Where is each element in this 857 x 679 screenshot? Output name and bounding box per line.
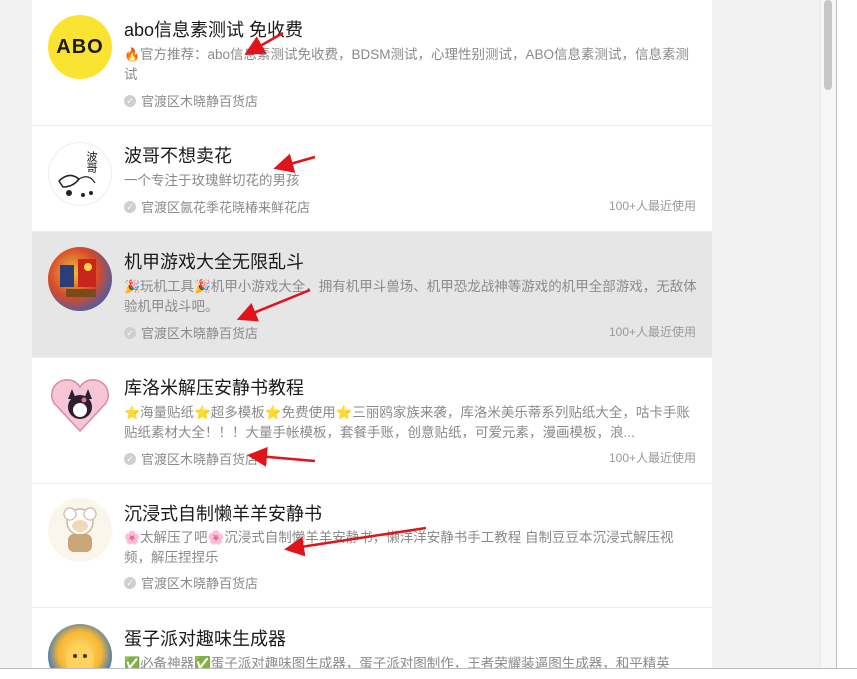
store-name: 官渡区木晓静百货店 (141, 94, 259, 109)
item-title: 沉浸式自制懒羊羊安静书 (124, 504, 322, 524)
verified-icon: ✓ (124, 94, 136, 107)
party-popper-icon: 🎉 (124, 279, 141, 294)
item-title: 波哥不想卖花 (124, 146, 232, 166)
store-name: 官渡区木晓静百货店 (141, 452, 259, 467)
mecha-icon (60, 259, 96, 297)
verified-icon: ✓ (124, 326, 136, 339)
list-item[interactable]: 波哥 波哥不想卖花 一个专注于玫瑰鲜切花的男孩 ✓ 官渡区氤花季花晓椿来鲜花店 … (32, 126, 712, 232)
verified-icon: ✓ (124, 200, 136, 213)
item-description: 🎉玩机工具🎉机甲小游戏大全，拥有机甲斗兽场、机甲恐龙战神等游戏的机甲全部游戏，无… (124, 279, 697, 314)
egg-character-icon (66, 644, 94, 668)
avatar-text: ABO (56, 35, 104, 58)
kuromi-avatar (48, 373, 112, 437)
window-frame-bottom (0, 668, 857, 679)
heart-kuromi-icon (51, 378, 109, 433)
window-frame-edge (836, 0, 857, 678)
star-icon: ⭐ (124, 405, 141, 420)
store-name: 官渡区木晓静百货店 (141, 326, 259, 341)
avatar-text: 波哥 (85, 151, 98, 173)
vertical-scrollbar[interactable] (820, 0, 837, 668)
egg-party-avatar (48, 624, 112, 668)
item-description: 一个专注于玫瑰鲜切花的男孩 (124, 173, 300, 188)
usage-count: 100+人最近使用 (608, 325, 696, 339)
item-description: ✅必备神器✅蛋子派对趣味图生成器，蛋子派对图制作，王者荣耀装逼图生成器，和平精英 (124, 654, 698, 668)
scrollbar-thumb[interactable] (824, 0, 832, 90)
store-info: ✓ 官渡区木晓静百货店 (124, 323, 258, 342)
list-item[interactable]: 库洛米解压安静书教程 ⭐海量贴纸⭐超多模板⭐免费使用⭐三丽鸥家族来袭，库洛米美乐… (32, 358, 712, 484)
store-info: ✓ 官渡区木晓静百货店 (124, 573, 258, 592)
usage-count: 100+人最近使用 (608, 199, 696, 213)
list-item[interactable]: 机甲游戏大全无限乱斗 🎉玩机工具🎉机甲小游戏大全，拥有机甲斗兽场、机甲恐龙战神等… (32, 232, 712, 358)
verified-icon: ✓ (124, 576, 136, 589)
item-title: 机甲游戏大全无限乱斗 (124, 252, 304, 272)
store-info: ✓ 官渡区木晓静百货店 (124, 91, 258, 110)
mini-program-list: ABO abo信息素测试 免收费 🔥官方推荐：abo信息素测试免收费，BDSM测… (32, 0, 712, 668)
flower-boy-avatar: 波哥 (48, 142, 112, 206)
usage-count: 100+人最近使用 (608, 451, 696, 465)
store-info: ✓ 官渡区木晓静百货店 (124, 449, 258, 468)
cherry-blossom-icon: 🌸 (124, 530, 141, 545)
verified-icon: ✓ (124, 452, 136, 465)
store-info: ✓ 官渡区氤花季花晓椿来鲜花店 (124, 197, 310, 216)
list-item[interactable]: 蛋子派对趣味生成器 ✅必备神器✅蛋子派对趣味图生成器，蛋子派对图制作，王者荣耀装… (32, 608, 712, 668)
check-mark-icon: ✅ (124, 656, 141, 668)
lazy-sheep-avatar (48, 498, 112, 562)
item-title: 蛋子派对趣味生成器 (124, 629, 286, 649)
store-name: 官渡区木晓静百货店 (141, 576, 259, 591)
mecha-game-avatar (48, 247, 112, 311)
item-title: 库洛米解压安静书教程 (124, 378, 304, 398)
item-title: abo信息素测试 免收费 (124, 20, 304, 40)
sketch-icon (58, 174, 96, 197)
abo-logo-avatar: ABO (48, 15, 112, 79)
sheep-icon (63, 507, 97, 552)
list-item[interactable]: 沉浸式自制懒羊羊安静书 🌸太解压了吧🌸沉浸式自制懒羊羊安静书，懒洋洋安静书手工教… (32, 484, 712, 608)
fire-icon: 🔥 (124, 47, 141, 62)
list-item[interactable]: ABO abo信息素测试 免收费 🔥官方推荐：abo信息素测试免收费，BDSM测… (32, 0, 712, 126)
item-description: ⭐海量贴纸⭐超多模板⭐免费使用⭐三丽鸥家族来袭，库洛米美乐蒂系列贴纸大全，咕卡手… (124, 405, 690, 440)
store-name: 官渡区氤花季花晓椿来鲜花店 (141, 200, 311, 215)
item-description: 🌸太解压了吧🌸沉浸式自制懒羊羊安静书，懒洋洋安静书手工教程 自制豆豆本沉浸式解压… (124, 530, 674, 565)
item-description: 🔥官方推荐：abo信息素测试免收费，BDSM测试，心理性别测试，ABO信息素测试… (124, 47, 690, 82)
